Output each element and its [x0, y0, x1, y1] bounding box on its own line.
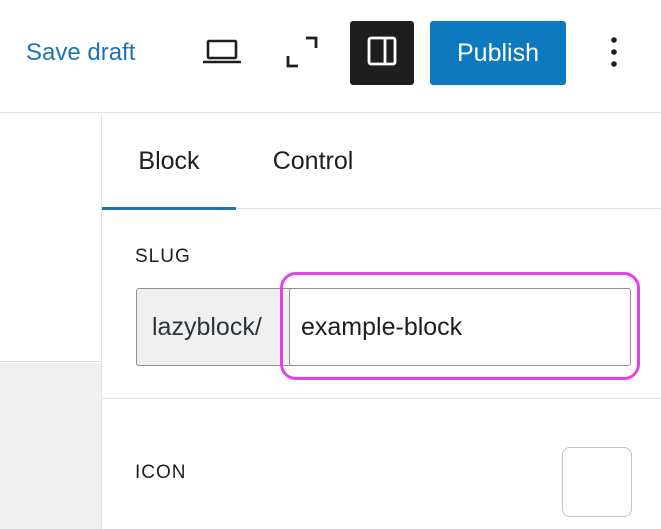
preview-button[interactable]	[194, 28, 250, 80]
sidebar-tabs: Block Control	[102, 114, 661, 210]
slug-label: SLUG	[135, 246, 191, 267]
slug-panel: SLUG lazyblock/	[102, 210, 661, 399]
icon-picker-button[interactable]	[562, 447, 632, 517]
icon-panel: ICON	[102, 400, 661, 529]
save-draft-button[interactable]: Save draft	[26, 38, 135, 68]
slug-input[interactable]	[289, 288, 631, 366]
settings-sidebar-toggle[interactable]	[350, 21, 414, 85]
fullscreen-icon	[286, 36, 318, 73]
sidebar-toggle-icon	[366, 35, 398, 72]
more-vertical-icon	[610, 36, 618, 73]
fullscreen-button[interactable]	[274, 28, 330, 80]
editor-canvas-background	[0, 363, 101, 529]
tab-control[interactable]: Control	[236, 114, 390, 209]
publish-button[interactable]: Publish	[430, 21, 566, 85]
icon-label: ICON	[135, 462, 187, 483]
editor-header: Save draft Publish	[0, 0, 661, 113]
slug-prefix: lazyblock/	[136, 288, 292, 366]
tab-block[interactable]: Block	[102, 114, 236, 210]
settings-sidebar: Block Control SLUG lazyblock/ ICON	[101, 114, 661, 529]
editor-canvas	[0, 114, 101, 362]
more-options-button[interactable]	[590, 28, 638, 80]
laptop-icon	[202, 39, 242, 70]
